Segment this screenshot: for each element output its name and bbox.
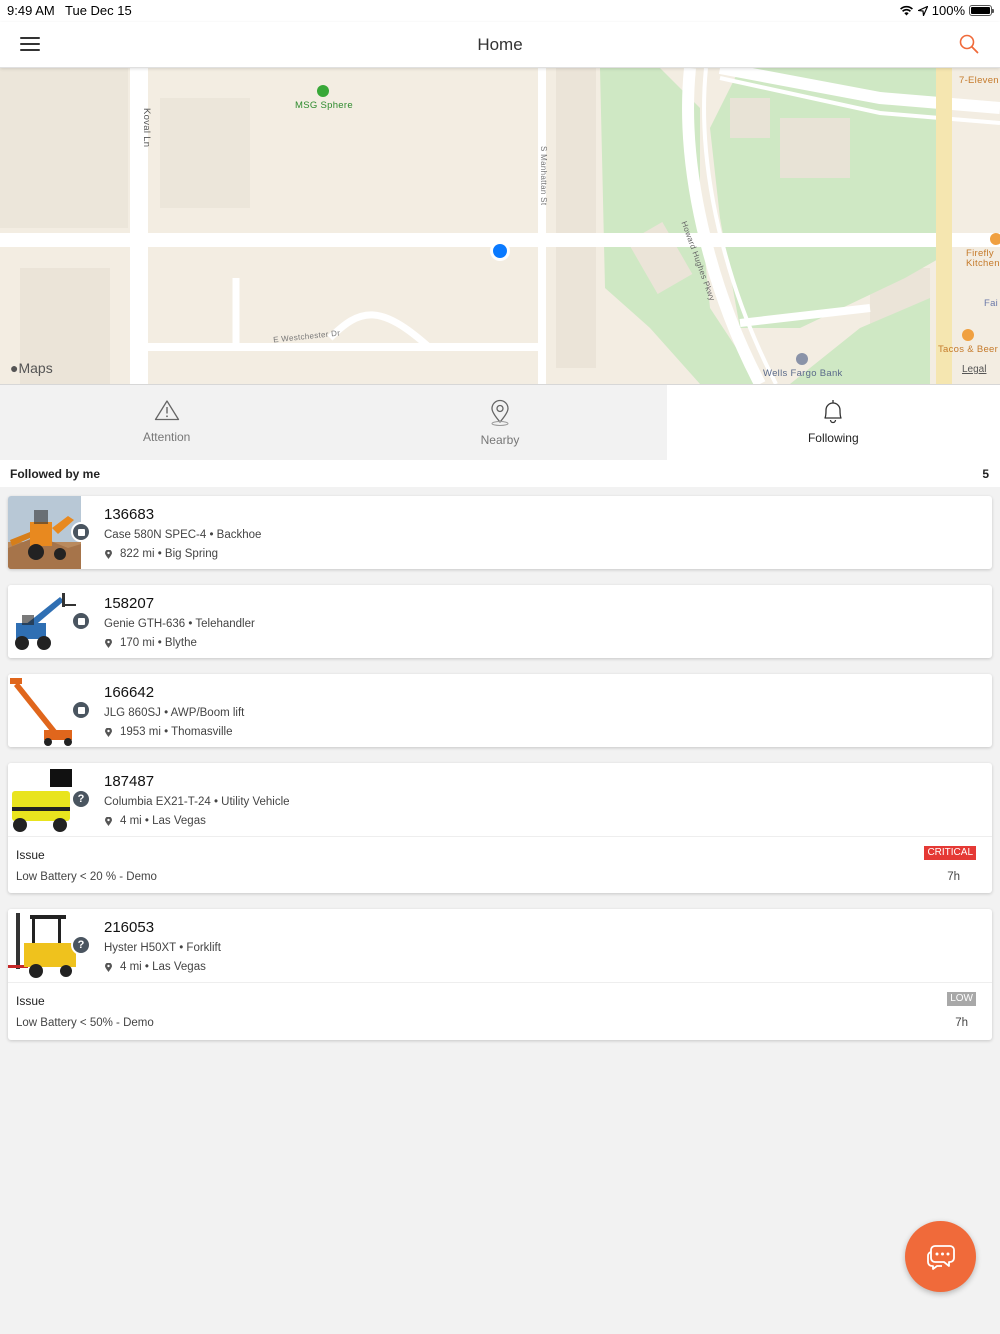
tab-attention-label: Attention — [142, 430, 191, 444]
maps-attribution: ●Maps — [10, 360, 53, 376]
tab-nearby[interactable]: Nearby — [333, 385, 667, 460]
map-view[interactable]: MSG Sphere 7-Eleven Firefly Kitchen Fai … — [0, 68, 1000, 384]
status-date: Tue Dec 15 — [65, 3, 132, 18]
asset-id: 136683 — [104, 506, 155, 523]
section-count: 5 — [982, 467, 989, 481]
map-pin-icon — [105, 549, 112, 559]
bell-icon — [824, 400, 842, 424]
map-label-seven-eleven: 7-Eleven — [959, 75, 999, 86]
asset-location: 170 mi • Blythe — [104, 637, 197, 649]
unknown-status-icon: ? — [71, 935, 91, 955]
asset-id: 158207 — [104, 595, 155, 612]
issue-age: 7h — [955, 1017, 968, 1029]
location-arrow-icon — [917, 5, 928, 16]
asset-location: 4 mi • Las Vegas — [104, 815, 206, 827]
asset-card[interactable]: 158207 Genie GTH-636 • Telehandler 170 m… — [8, 585, 992, 658]
tab-bar: Attention Nearby Following — [0, 384, 1000, 460]
status-bar: 9:49 AM Tue Dec 15 100% — [0, 0, 1000, 22]
stopped-status-icon — [71, 611, 91, 631]
section-header: Followed by me 5 — [0, 460, 1000, 487]
asset-card[interactable]: ? 187487 Columbia EX21-T-24 • Utility Ve… — [8, 763, 992, 893]
warning-icon — [154, 400, 179, 421]
stopped-status-icon — [71, 700, 91, 720]
severity-badge: LOW — [947, 992, 976, 1006]
status-right: 100% — [899, 3, 994, 18]
asset-model: Genie GTH-636 • Telehandler — [104, 618, 255, 630]
issue-row[interactable]: Issue Low Battery < 20 % - Demo CRITICAL… — [8, 836, 992, 893]
wifi-icon — [899, 5, 913, 16]
map-street-manhattan: S Manhattan St — [539, 146, 548, 206]
map-label-tacos: Tacos & Beer — [938, 344, 999, 355]
map-pin-icon — [105, 962, 112, 972]
chat-bubbles-icon — [927, 1245, 955, 1270]
issue-label: Issue — [16, 848, 45, 862]
section-title: Followed by me — [10, 467, 101, 481]
asset-location: 4 mi • Las Vegas — [104, 961, 206, 973]
asset-id: 166642 — [104, 684, 155, 701]
search-icon[interactable] — [958, 33, 980, 55]
asset-id: 187487 — [104, 773, 155, 790]
stopped-status-icon — [71, 522, 91, 542]
status-time: 9:49 AM — [7, 3, 55, 18]
map-legal-link[interactable]: Legal — [962, 364, 986, 375]
battery-icon — [969, 5, 994, 16]
asset-id: 216053 — [104, 919, 155, 936]
asset-location: 822 mi • Big Spring — [104, 548, 218, 560]
asset-model: Case 580N SPEC-4 • Backhoe — [104, 529, 262, 541]
map-pin-icon — [105, 727, 112, 737]
asset-location: 1953 mi • Thomasville — [104, 726, 232, 738]
issue-description: Low Battery < 50% - Demo — [16, 1017, 154, 1029]
issue-row[interactable]: Issue Low Battery < 50% - Demo LOW 7h — [8, 982, 992, 1040]
asset-card[interactable]: 136683 Case 580N SPEC-4 • Backhoe 822 mi… — [8, 496, 992, 569]
unknown-status-icon: ? — [71, 789, 91, 809]
map-street-koval: Koval Ln — [141, 108, 152, 148]
asset-model: Hyster H50XT • Forklift — [104, 942, 221, 954]
nav-bar: Home — [0, 22, 1000, 68]
issue-age: 7h — [947, 871, 960, 883]
map-label-wells-fargo: Wells Fargo Bank — [763, 368, 843, 379]
map-pin-icon — [105, 816, 112, 826]
asset-model: JLG 860SJ • AWP/Boom lift — [104, 707, 245, 719]
severity-badge: CRITICAL — [924, 846, 976, 860]
map-label-fair: Fai — [984, 298, 999, 309]
location-pin-icon — [491, 399, 509, 426]
asset-model: Columbia EX21-T-24 • Utility Vehicle — [104, 796, 290, 808]
map-pin-icon — [105, 638, 112, 648]
tab-nearby-label: Nearby — [480, 433, 520, 447]
asset-card[interactable]: ? 216053 Hyster H50XT • Forklift 4 mi • … — [8, 909, 992, 1040]
tab-attention[interactable]: Attention — [0, 385, 334, 460]
map-label-firefly-2: Kitchen — [966, 258, 1000, 269]
issue-label: Issue — [16, 994, 45, 1008]
map-label-msg-sphere: MSG Sphere — [295, 100, 353, 111]
asset-card[interactable]: 166642 JLG 860SJ • AWP/Boom lift 1953 mi… — [8, 674, 992, 747]
tab-following-label: Following — [807, 431, 859, 445]
tab-following[interactable]: Following — [666, 385, 1000, 460]
page-title: Home — [477, 35, 523, 54]
issue-description: Low Battery < 20 % - Demo — [16, 871, 157, 883]
chat-button[interactable] — [905, 1221, 976, 1292]
battery-percent: 100% — [931, 3, 965, 18]
